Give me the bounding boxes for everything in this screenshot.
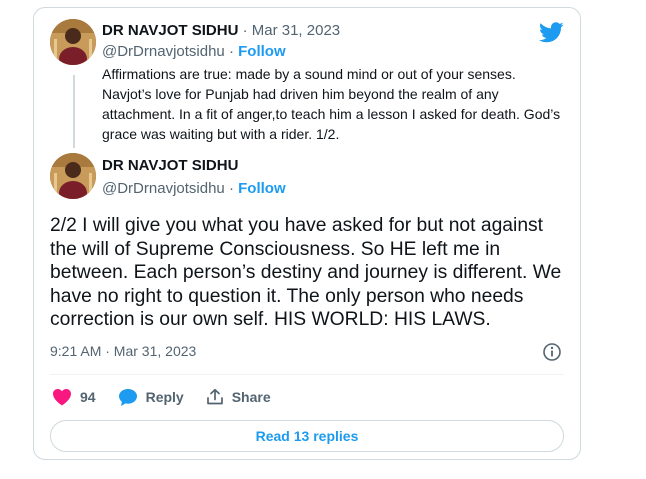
separator-dot: · — [228, 43, 234, 60]
share-icon — [206, 388, 223, 405]
follow-button[interactable]: Follow — [238, 43, 286, 60]
heart-icon — [53, 389, 71, 406]
follow-button[interactable]: Follow — [238, 180, 286, 197]
author-handle[interactable]: @DrDrnavjotsidhu — [102, 43, 225, 60]
share-button[interactable]: Share — [206, 388, 271, 406]
main-handle-row: @DrDrnavjotsidhu · Follow — [102, 179, 286, 199]
like-button[interactable]: 94 — [52, 388, 96, 406]
main-author-row: DR NAVJOT SIDHU — [102, 156, 238, 176]
reply-button[interactable]: Reply — [118, 388, 184, 407]
twitter-bird-icon[interactable] — [539, 22, 564, 43]
author-name[interactable]: DR NAVJOT SIDHU — [102, 22, 238, 39]
like-count: 94 — [80, 389, 96, 405]
divider — [50, 374, 564, 375]
separator-dot: · — [242, 22, 248, 39]
quoted-handle-row: @DrDrnavjotsidhu · Follow — [102, 42, 286, 62]
quoted-tweet-text: Affirmations are true: made by a sound m… — [102, 66, 561, 142]
read-replies-button[interactable]: Read 13 replies — [50, 420, 564, 452]
thread-connector-line — [73, 75, 75, 148]
main-tweet-text: 2/2 I will give you what you have asked … — [50, 215, 562, 330]
avatar[interactable] — [50, 19, 96, 65]
author-handle[interactable]: @DrDrnavjotsidhu — [102, 180, 225, 197]
tweet-timestamp[interactable]: 9:21 AM · Mar 31, 2023 — [50, 343, 196, 359]
tweet-embed-card: DR NAVJOT SIDHU · Mar 31, 2023 @DrDrnavj… — [33, 7, 581, 460]
read-replies-label: Read 13 replies — [255, 428, 359, 444]
author-name[interactable]: DR NAVJOT SIDHU — [102, 157, 238, 174]
reply-label: Reply — [145, 389, 184, 405]
separator-dot: · — [228, 180, 234, 197]
info-icon[interactable] — [542, 342, 562, 362]
avatar[interactable] — [50, 153, 96, 199]
reply-bubble-icon — [118, 388, 137, 406]
tweet-date[interactable]: Mar 31, 2023 — [252, 22, 340, 39]
share-label: Share — [231, 389, 271, 405]
action-bar: 94 Reply Share — [52, 382, 293, 412]
quoted-author-row: DR NAVJOT SIDHU · Mar 31, 2023 — [102, 21, 340, 41]
